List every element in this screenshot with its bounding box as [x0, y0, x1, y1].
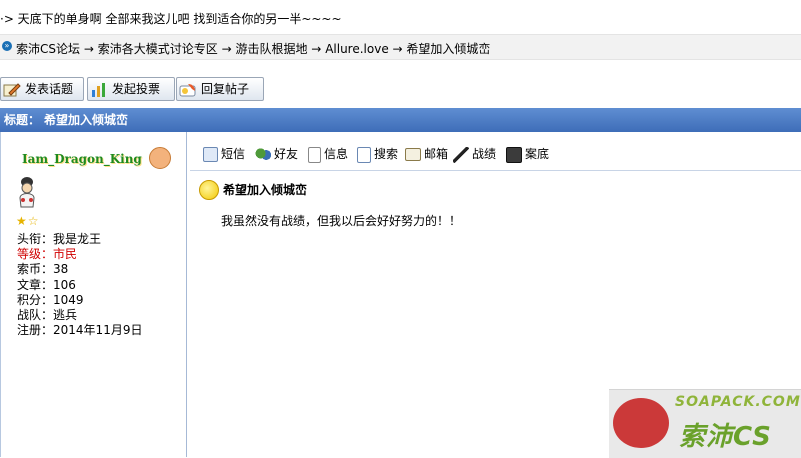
coins-value: 38 — [53, 262, 69, 277]
breadcrumb-current: 希望加入倾城峦 — [406, 42, 491, 56]
new-poll-label: 发起投票 — [112, 82, 161, 96]
user-team-row: 战队：逃兵 — [17, 308, 142, 323]
points-value: 1049 — [53, 292, 84, 307]
info-label: 信息 — [324, 147, 349, 161]
sms-label: 短信 — [221, 147, 246, 161]
email-link[interactable]: 邮箱 — [405, 145, 448, 163]
topic-title-label: 标题： — [4, 113, 41, 127]
sms-link[interactable]: 短信 — [203, 145, 245, 163]
record-label: 战绩 — [472, 147, 497, 161]
watermark-brand: 索沛CS — [679, 422, 772, 452]
search-label: 搜索 — [374, 147, 399, 161]
film-icon — [506, 146, 522, 163]
breadcrumb-separator: → — [392, 42, 403, 56]
topic-title-bar: 标题： 希望加入倾城峦 — [0, 108, 801, 132]
marquee-announcement[interactable]: ·> 天底下的单身啊 全部来我这儿吧 找到适合你的另一半~~~~ — [0, 10, 801, 30]
level-value: 市民 — [53, 247, 78, 262]
friend-label: 好友 — [274, 147, 299, 161]
reply-arrow-icon — [179, 83, 196, 96]
title-label: 头衔： — [17, 232, 54, 246]
title-value: 我是龙王 — [53, 232, 102, 246]
search-link[interactable]: 搜索 — [357, 145, 398, 163]
pencil-note-icon — [3, 82, 21, 96]
breadcrumb-link-board[interactable]: 游击队根据地 — [235, 42, 307, 56]
envelope-icon — [405, 148, 421, 161]
email-label: 邮箱 — [424, 147, 449, 161]
user-reg-row: 注册：2014年11月9日 — [17, 323, 142, 338]
search-icon — [357, 146, 371, 163]
breadcrumb-link-subboard[interactable]: Allure.love — [325, 42, 389, 56]
info-link[interactable]: 信息 — [308, 145, 348, 163]
friend-link[interactable]: 好友 — [255, 145, 298, 163]
posts-value: 106 — [53, 277, 76, 292]
reply-button[interactable]: 回复帖子 — [176, 77, 264, 101]
rank-stars: ★☆ — [16, 214, 40, 228]
new-poll-button[interactable]: 发起投票 — [87, 77, 175, 101]
coins-label: 索币： — [17, 262, 54, 277]
team-label: 战队： — [17, 308, 54, 323]
document-icon — [308, 146, 321, 163]
user-title-row: 头衔：我是龙王 — [17, 232, 142, 247]
case-label: 案底 — [525, 147, 550, 161]
reply-label: 回复帖子 — [201, 82, 250, 96]
action-divider — [190, 170, 801, 171]
case-link[interactable]: 案底 — [506, 145, 549, 163]
message-icon — [203, 147, 218, 162]
level-label: 等级： — [17, 247, 54, 262]
user-coins-row: 索币：38 — [17, 262, 142, 277]
user-posts-row: 文章：106 — [17, 278, 142, 293]
post-body: 我虽然没有战绩，但我以后会好好努力的！！ — [221, 214, 462, 228]
points-label: 积分： — [17, 292, 54, 307]
topic-title: 希望加入倾城峦 — [44, 113, 129, 127]
breadcrumb-separator: → — [221, 42, 232, 56]
user-avatar[interactable] — [16, 176, 38, 208]
breadcrumb-bullet-icon: » — [2, 41, 12, 51]
record-link[interactable]: 战绩 — [453, 145, 496, 163]
column-divider — [186, 132, 187, 457]
user-info: 头衔：我是龙王 等级：市民 索币：38 文章：106 积分：1049 战队：逃兵… — [17, 232, 142, 338]
breadcrumb-link-zone[interactable]: 索沛各大模式讨论专区 — [98, 42, 218, 56]
watermark-logo-icon — [613, 398, 669, 448]
post-title-text: 希望加入倾城峦 — [223, 183, 308, 197]
user-level-row: 等级：市民 — [17, 247, 142, 262]
breadcrumb-link-forum[interactable]: 索沛CS论坛 — [16, 42, 80, 56]
username[interactable]: Iam_Dragon_King — [22, 152, 142, 166]
posts-label: 文章： — [17, 277, 54, 292]
bar-chart-icon — [92, 82, 105, 97]
new-topic-label: 发表话题 — [25, 82, 74, 96]
breadcrumb-separator: → — [311, 42, 322, 56]
site-watermark: SOAPACK.COM 索沛CS — [609, 389, 801, 458]
breadcrumb-trail: 索沛CS论坛 → 索沛各大模式讨论专区 → 游击队根据地 → Allure.lo… — [16, 40, 490, 57]
soldier-icon — [453, 146, 469, 163]
reg-label: 注册： — [17, 323, 54, 338]
watermark-domain: SOAPACK.COM — [675, 394, 801, 410]
friends-icon — [255, 146, 271, 163]
reg-value: 2014年11月9日 — [53, 323, 143, 338]
user-points-row: 积分：1049 — [17, 293, 142, 308]
breadcrumb: » 索沛CS论坛 → 索沛各大模式讨论专区 → 游击队根据地 → Allure.… — [0, 34, 801, 60]
post-title: 希望加入倾城峦 — [201, 181, 307, 198]
user-face-icon — [149, 147, 171, 169]
new-topic-button[interactable]: 发表话题 — [0, 77, 84, 101]
breadcrumb-separator: → — [83, 42, 94, 56]
team-value: 逃兵 — [53, 308, 78, 323]
